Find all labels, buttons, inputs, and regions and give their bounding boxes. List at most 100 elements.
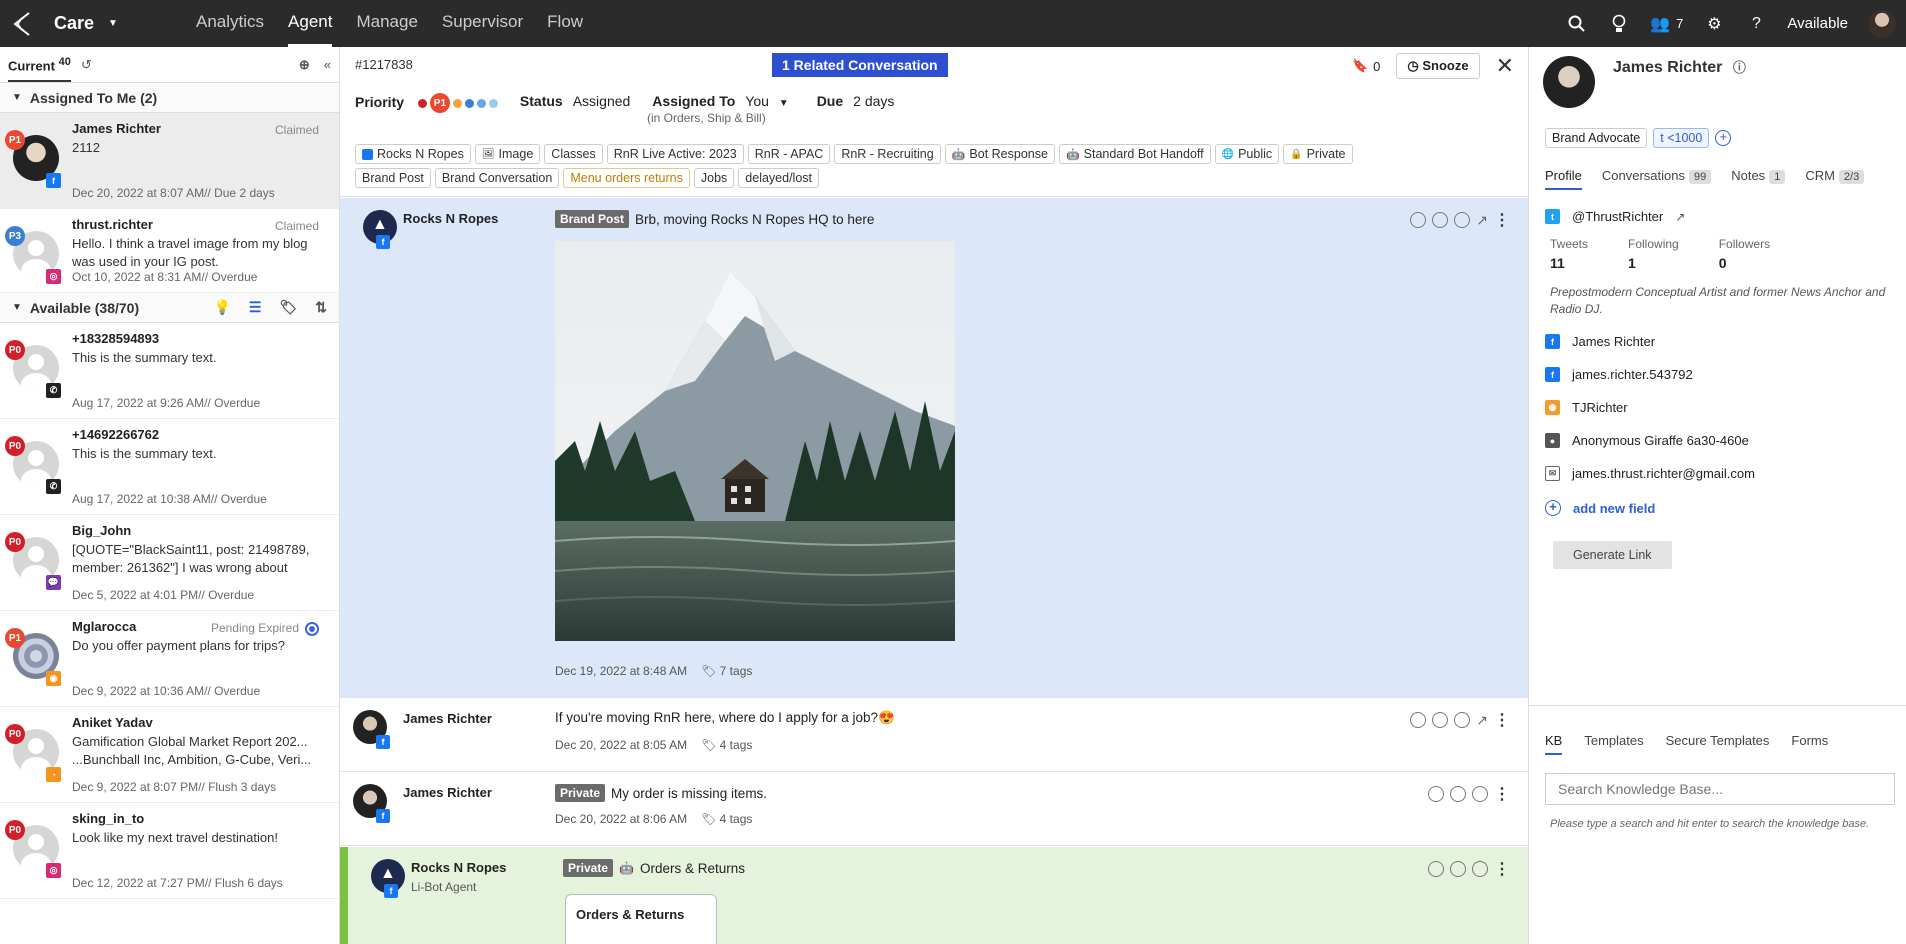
- profile-field[interactable]: f james.richter.543792: [1545, 367, 1693, 382]
- tag-chip[interactable]: Rocks N Ropes: [355, 144, 471, 164]
- tab-profile[interactable]: Profile: [1545, 168, 1582, 190]
- add-badge-icon[interactable]: +: [1715, 130, 1732, 146]
- priority-dot-p2[interactable]: [452, 98, 462, 108]
- priority-dot-p0[interactable]: [417, 98, 427, 108]
- priority-selected[interactable]: P1: [429, 93, 450, 113]
- sprinklr-logo-icon[interactable]: [0, 0, 44, 47]
- lightbulb-icon[interactable]: 💡: [213, 299, 230, 316]
- list-view-icon[interactable]: ☰: [249, 299, 262, 316]
- open-external-icon[interactable]: ↗: [1476, 712, 1488, 729]
- tab-kb[interactable]: KB: [1545, 733, 1563, 755]
- selection-radio-icon[interactable]: [305, 621, 319, 636]
- sentiment-positive-icon[interactable]: [1454, 212, 1471, 228]
- message-brand-post[interactable]: f Rocks N Ropes Brand Post Brb, moving R…: [340, 198, 1528, 698]
- tag-chip[interactable]: Classes: [544, 144, 603, 164]
- profile-field[interactable]: f James Richter: [1545, 334, 1655, 349]
- tag-chip[interactable]: delayed/lost: [738, 168, 820, 188]
- more-options-icon[interactable]: ⋮: [1494, 859, 1510, 879]
- list-item[interactable]: P3 ◎ thrust.richter Claimed Hello. I thi…: [0, 209, 339, 293]
- info-icon[interactable]: ⓘ: [1733, 60, 1746, 75]
- message-tags[interactable]: 🏷 4 tags: [701, 738, 752, 752]
- history-icon[interactable]: ↺: [81, 57, 92, 73]
- sentiment-neutral-icon[interactable]: [1450, 861, 1466, 877]
- tab-secure-templates[interactable]: Secure Templates: [1666, 733, 1770, 755]
- tag-icon[interactable]: 🏷: [279, 299, 297, 316]
- list-item[interactable]: P1 f James Richter Claimed 2112 Dec 20, …: [0, 113, 339, 209]
- badge[interactable]: Brand Advocate: [1545, 128, 1648, 148]
- message-tags[interactable]: 🏷 4 tags: [701, 812, 752, 826]
- tab-conversations[interactable]: Conversations 99: [1602, 168, 1712, 190]
- generate-link-button[interactable]: Generate Link: [1553, 541, 1672, 569]
- sentiment-neutral-icon[interactable]: [1450, 786, 1466, 802]
- sentiment-negative-icon[interactable]: [1410, 212, 1427, 228]
- tab-notes[interactable]: Notes 1: [1731, 168, 1786, 190]
- add-field-button[interactable]: + add new field: [1545, 500, 1655, 516]
- collapse-icon[interactable]: «: [324, 57, 331, 73]
- help-icon[interactable]: ?: [1745, 13, 1767, 35]
- priority-dot-p4[interactable]: [476, 98, 486, 108]
- due-field[interactable]: Due 2 days: [817, 93, 895, 113]
- sentiment-negative-icon[interactable]: [1428, 786, 1444, 802]
- priority-dot-p5[interactable]: [488, 98, 498, 108]
- priority-field[interactable]: Priority P1: [355, 93, 498, 113]
- tag-chip[interactable]: RnR - APAC: [747, 144, 831, 164]
- nav-flow[interactable]: Flow: [547, 0, 583, 47]
- tab-crm[interactable]: CRM 2/3: [1805, 168, 1865, 190]
- list-item[interactable]: P1 ◉ Mglarocca Pending Expired Do you of…: [0, 611, 339, 707]
- tag-chip[interactable]: Brand Post: [355, 168, 431, 188]
- bot-card[interactable]: Orders & Returns: [565, 894, 717, 944]
- tag-chip[interactable]: Brand Conversation: [434, 168, 560, 188]
- nav-supervisor[interactable]: Supervisor: [442, 0, 523, 47]
- related-conversation-button[interactable]: 1 Related Conversation: [772, 53, 948, 77]
- sentiment-neutral-icon[interactable]: [1432, 712, 1449, 728]
- tag-chip[interactable]: RnR Live Active: 2023: [606, 144, 744, 164]
- sentiment-neutral-icon[interactable]: [1432, 212, 1449, 228]
- list-item[interactable]: P0 ◎ sking_in_to Look like my next trave…: [0, 803, 339, 899]
- search-icon[interactable]: [1566, 13, 1588, 35]
- lightbulb-icon[interactable]: [1608, 13, 1630, 35]
- more-options-icon[interactable]: ⋮: [1494, 210, 1510, 230]
- tag-chip[interactable]: RnR - Recruiting: [834, 144, 941, 164]
- open-external-icon[interactable]: ↗: [1675, 210, 1685, 224]
- nav-agent[interactable]: Agent: [288, 0, 333, 47]
- sentiment-positive-icon[interactable]: [1454, 712, 1471, 728]
- tab-forms[interactable]: Forms: [1791, 733, 1828, 755]
- open-external-icon[interactable]: ↗: [1476, 212, 1488, 229]
- availability-status[interactable]: Available: [1787, 15, 1848, 32]
- sentiment-negative-icon[interactable]: [1428, 861, 1444, 877]
- snooze-button[interactable]: ◷ Snooze: [1396, 53, 1480, 79]
- tag-chip[interactable]: Menu orders returns: [563, 168, 690, 188]
- tab-current[interactable]: Current 40: [8, 47, 71, 83]
- tag-chip[interactable]: 🌐 Public: [1214, 144, 1280, 164]
- knowledge-base-search-input[interactable]: [1545, 773, 1895, 805]
- more-options-icon[interactable]: ⋮: [1494, 710, 1510, 730]
- bookmark-button[interactable]: 🔖 0: [1352, 58, 1380, 74]
- assigned-field[interactable]: Assigned To You ▼: [652, 93, 788, 113]
- tag-chip[interactable]: 🖼 Image: [474, 144, 541, 164]
- available-section-header[interactable]: ▼ Available (38/70) 💡 ☰ 🏷 ⇅: [0, 293, 339, 323]
- app-switcher[interactable]: Care ▼: [54, 13, 174, 34]
- message-user[interactable]: f James Richter If you're moving RnR her…: [340, 698, 1528, 772]
- more-options-icon[interactable]: ⋮: [1494, 784, 1510, 804]
- tag-chip[interactable]: 🔒 Private: [1283, 144, 1353, 164]
- add-icon[interactable]: ⊕: [299, 57, 310, 73]
- sort-icon[interactable]: ⇅: [315, 299, 327, 316]
- sentiment-positive-icon[interactable]: [1472, 786, 1488, 802]
- twitter-handle-row[interactable]: t @ThrustRichter ↗: [1545, 209, 1685, 224]
- assigned-section-header[interactable]: ▼ Assigned To Me (2): [0, 83, 339, 113]
- tag-chip[interactable]: 🤖 Standard Bot Handoff: [1058, 144, 1211, 164]
- gear-icon[interactable]: ⚙: [1703, 13, 1725, 35]
- tag-chip[interactable]: 🤖 Bot Response: [944, 144, 1055, 164]
- message-tags[interactable]: 🏷 7 tags: [701, 664, 752, 678]
- team-button[interactable]: 👥 7: [1650, 14, 1683, 34]
- list-item[interactable]: P0 ✆ +14692266762 This is the summary te…: [0, 419, 339, 515]
- list-item[interactable]: P0 ◔ Aniket Yadav Gamification Global Ma…: [0, 707, 339, 803]
- sentiment-positive-icon[interactable]: [1472, 861, 1488, 877]
- tab-templates[interactable]: Templates: [1584, 733, 1643, 755]
- profile-field[interactable]: ◉ TJRichter: [1545, 400, 1628, 415]
- message-bot[interactable]: f Rocks N Ropes Li-Bot Agent Private 🤖 O…: [340, 847, 1528, 944]
- close-icon[interactable]: ✕: [1496, 53, 1514, 79]
- priority-dot-p3[interactable]: [464, 98, 474, 108]
- list-item[interactable]: P0 ✆ +18328594893 This is the summary te…: [0, 323, 339, 419]
- nav-analytics[interactable]: Analytics: [196, 0, 264, 47]
